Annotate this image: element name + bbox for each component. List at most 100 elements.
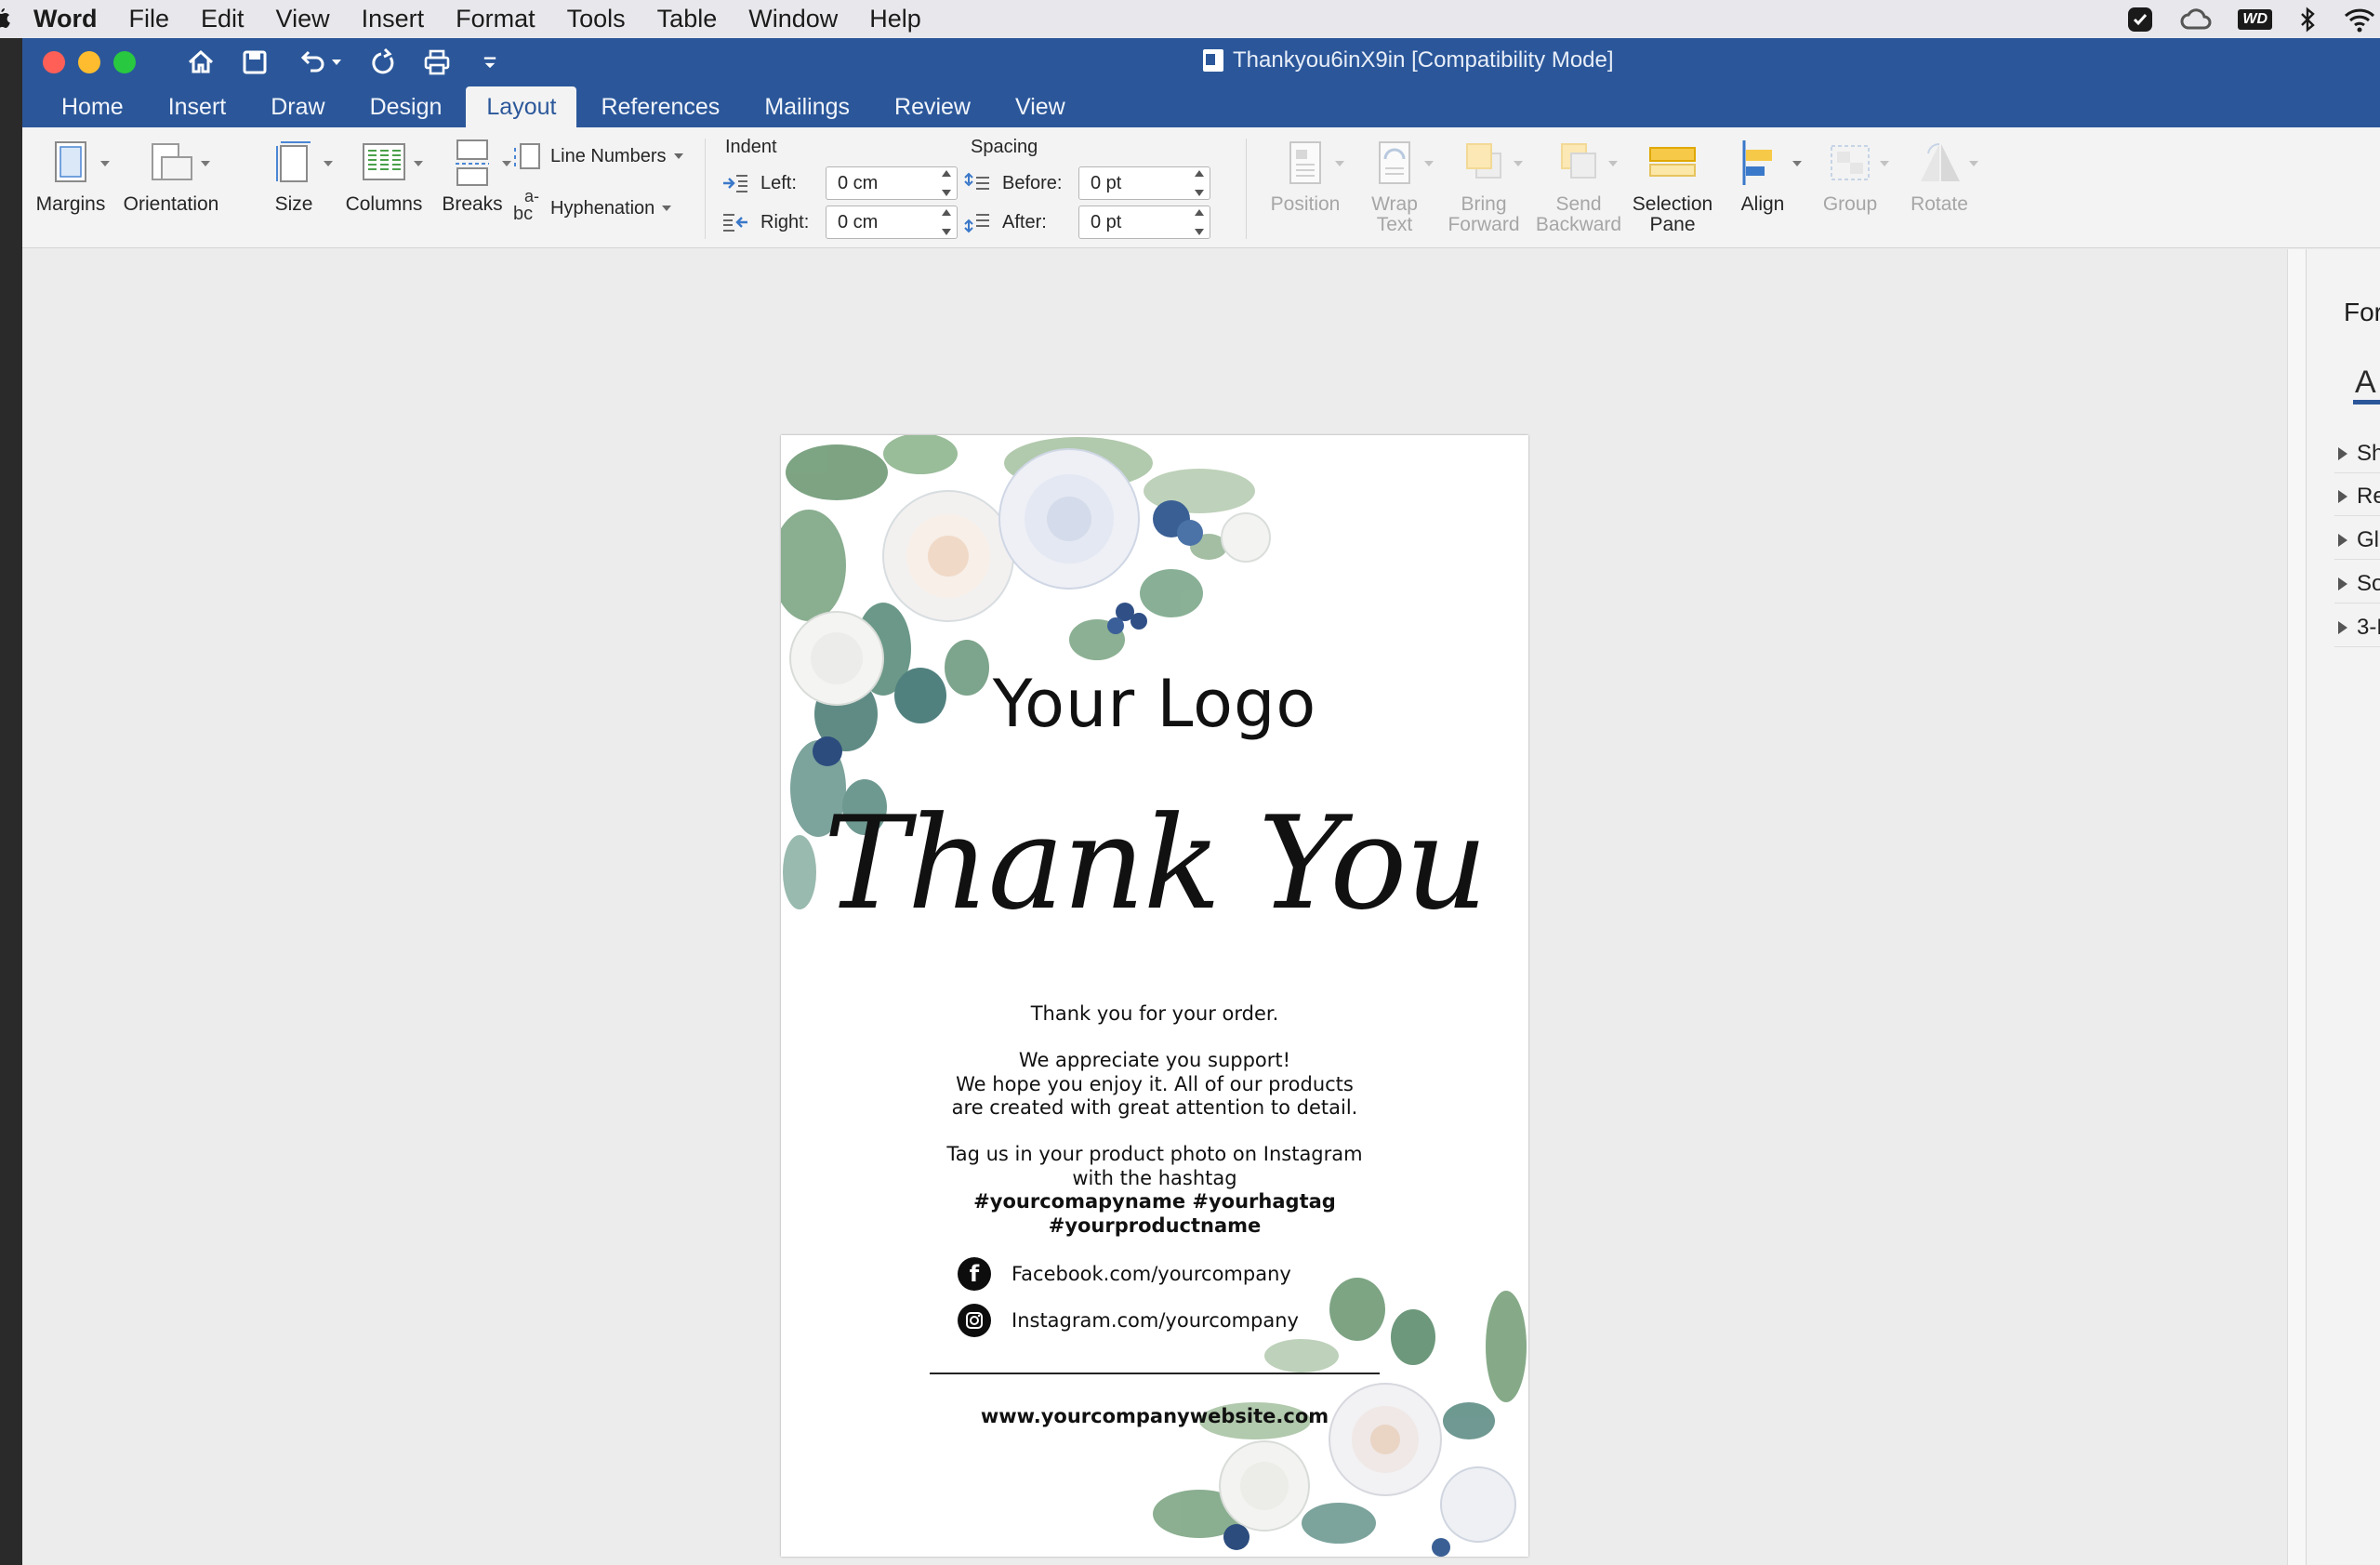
apple-icon[interactable] [0, 7, 11, 32]
tab-design[interactable]: Design [350, 86, 463, 127]
customize-toolbar-button[interactable] [476, 46, 504, 79]
pane-divider [2334, 559, 2380, 560]
orientation-label: Orientation [123, 193, 219, 215]
facebook-row: f Facebook.com/yourcompany [958, 1257, 1291, 1291]
orientation-button[interactable]: Orientation [123, 137, 219, 215]
menu-file[interactable]: File [129, 5, 170, 33]
spacing-before-stepper[interactable]: 0 pt [1078, 166, 1210, 200]
size-button[interactable]: Size [257, 137, 333, 215]
breaks-button[interactable]: Breaks [435, 137, 511, 215]
selection-pane-icon [1646, 137, 1699, 189]
send-backward-button[interactable]: Send Backward [1532, 137, 1625, 235]
tab-mailings[interactable]: Mailings [744, 86, 870, 127]
expand-triangle-icon [2338, 534, 2347, 547]
position-label: Position [1270, 193, 1341, 215]
spacing-before-icon [964, 172, 989, 190]
spacing-before-arrows-icon[interactable] [1195, 170, 1206, 196]
check-shield-icon[interactable] [2126, 6, 2154, 33]
section-soft-edges-label: Soft Edges [2357, 571, 2380, 596]
section-3d-format[interactable]: 3-D Format [2338, 615, 2380, 641]
menu-window[interactable]: Window [748, 5, 838, 33]
print-button[interactable] [416, 46, 457, 79]
menu-insert[interactable]: Insert [362, 5, 425, 33]
indent-right-arrows-icon[interactable] [942, 209, 953, 235]
line-numbers-button[interactable]: Line Numbers [511, 140, 683, 172]
close-window-button[interactable] [43, 51, 65, 73]
format-pane-title: Format [2344, 298, 2380, 326]
indent-left-icon [723, 175, 747, 192]
align-icon [1737, 137, 1802, 189]
print-icon [424, 49, 450, 75]
expand-triangle-icon [2338, 447, 2347, 460]
menu-view[interactable]: View [276, 5, 330, 33]
indent-left-value: 0 cm [838, 172, 879, 193]
tab-insert[interactable]: Insert [148, 86, 247, 127]
selection-pane-button[interactable]: Selection Pane [1625, 137, 1720, 235]
line-numbers-caret-icon [673, 153, 683, 159]
bluetooth-icon[interactable] [2298, 6, 2317, 33]
align-button[interactable]: Align [1729, 137, 1802, 215]
menu-edit[interactable]: Edit [201, 5, 245, 33]
section-reflection[interactable]: Reflection [2338, 484, 2380, 510]
tab-references[interactable]: References [580, 86, 740, 127]
rotate-button[interactable]: Rotate [1900, 137, 1978, 215]
indent-left-arrows-icon[interactable] [942, 170, 953, 196]
tab-review[interactable]: Review [874, 86, 991, 127]
undo-button[interactable] [290, 46, 348, 79]
group-icon [1824, 137, 1889, 189]
ribbon-tabs: Home Insert Draw Design Layout Reference… [22, 85, 1090, 127]
divider-line [930, 1373, 1380, 1374]
tab-view[interactable]: View [995, 86, 1086, 127]
menu-format[interactable]: Format [456, 5, 536, 33]
wifi-icon[interactable] [2343, 6, 2376, 33]
wd-drive-icon[interactable]: WD [2238, 8, 2272, 30]
line-numbers-label: Line Numbers [550, 145, 667, 166]
tab-draw[interactable]: Draw [250, 86, 345, 127]
columns-button[interactable]: Columns [342, 137, 426, 215]
document-page[interactable]: Your Logo Thank You Thank you for your o… [781, 435, 1528, 1557]
margins-button[interactable]: Margins [36, 137, 110, 215]
menu-table[interactable]: Table [657, 5, 718, 33]
tab-home[interactable]: Home [41, 86, 144, 127]
bring-forward-label-line1: Bring [1461, 193, 1507, 215]
pane-divider [2334, 515, 2380, 516]
section-glow[interactable]: Glow [2338, 527, 2380, 553]
home-button[interactable] [180, 46, 221, 79]
save-button[interactable] [234, 46, 275, 79]
section-3d-format-label: 3-D Format [2357, 615, 2380, 640]
text-options-tab[interactable]: A [2355, 365, 2376, 401]
document-canvas[interactable]: Your Logo Thank You Thank you for your o… [22, 249, 2287, 1565]
page-size-icon [268, 137, 333, 189]
minimize-window-button[interactable] [78, 51, 100, 73]
ribbon-separator [705, 139, 706, 239]
vertical-scrollbar[interactable] [2287, 249, 2306, 1565]
menu-app-word[interactable]: Word [33, 5, 98, 33]
spacing-after-arrows-icon[interactable] [1195, 209, 1206, 235]
section-shadow[interactable]: Shadow [2338, 441, 2380, 467]
indent-left-stepper[interactable]: 0 cm [826, 166, 958, 200]
layout-ribbon: Margins Orientation Size Columns Breaks … [22, 127, 2380, 248]
wrap-text-label-line1: Wrap [1371, 193, 1418, 215]
hyphenation-button[interactable]: a- bc Hyphenation [511, 187, 672, 224]
orientation-icon [145, 137, 210, 189]
bring-forward-button[interactable]: Bring Forward [1441, 137, 1527, 235]
section-soft-edges[interactable]: Soft Edges [2338, 571, 2380, 597]
spacing-after-stepper[interactable]: 0 pt [1078, 206, 1210, 239]
expand-triangle-icon [2338, 621, 2347, 634]
wrap-text-icon [1368, 137, 1434, 189]
send-backward-label: Send Backward [1536, 194, 1621, 235]
menu-tools[interactable]: Tools [567, 5, 626, 33]
group-button[interactable]: Group [1813, 137, 1889, 215]
wrap-text-button[interactable]: Wrap Text [1357, 137, 1434, 235]
redo-button[interactable] [363, 46, 403, 79]
indent-right-stepper[interactable]: 0 cm [826, 206, 958, 239]
position-button[interactable]: Position [1259, 137, 1352, 215]
menu-help[interactable]: Help [869, 5, 921, 33]
selection-pane-label: Selection Pane [1633, 194, 1712, 235]
creative-cloud-icon[interactable] [2180, 6, 2212, 33]
zoom-window-button[interactable] [113, 51, 136, 73]
tab-layout[interactable]: Layout [466, 86, 577, 127]
undo-caret-icon[interactable] [332, 60, 341, 65]
send-backward-icon [1553, 137, 1618, 189]
spacing-after-label: After: [1002, 211, 1047, 232]
